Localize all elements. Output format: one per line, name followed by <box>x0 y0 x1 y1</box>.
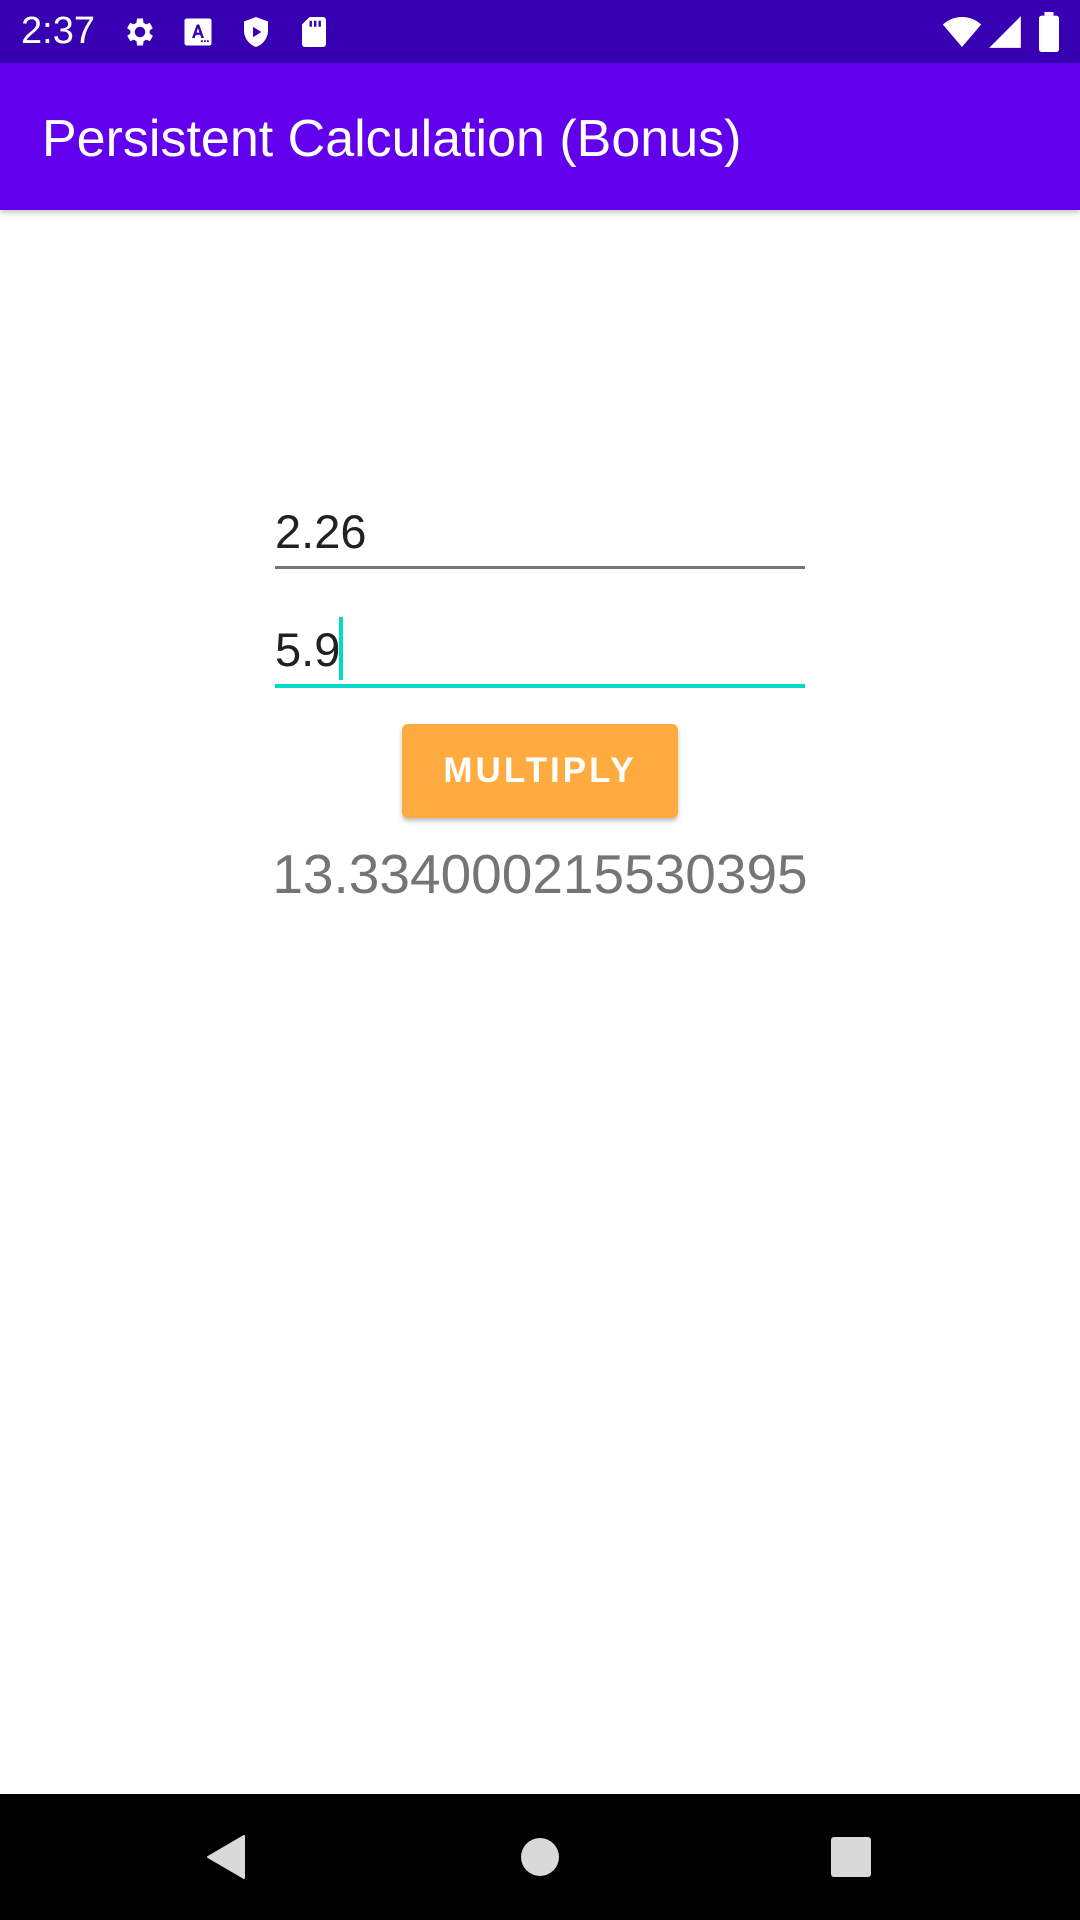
settings-icon <box>127 18 153 46</box>
recents-icon[interactable] <box>816 1822 886 1892</box>
second-number-value[interactable]: 5.9 <box>275 622 340 678</box>
result-text: 13.334000215530395 <box>272 843 808 905</box>
navigation-bar <box>0 1794 1080 1920</box>
text-cursor <box>339 617 343 680</box>
app-title: Persistent Calculation (Bonus) <box>42 110 742 168</box>
status-bar: 2:37 <box>0 0 1080 63</box>
screen: 2:37 Persistent Calculation (Bonus) 2.26… <box>0 0 1080 1920</box>
status-time: 2:37 <box>21 10 95 52</box>
cell-signal-icon <box>989 16 1021 48</box>
wifi-icon <box>942 17 982 47</box>
font-a-icon <box>184 18 212 46</box>
app-bar: Persistent Calculation (Bonus) <box>0 63 1080 210</box>
play-shield-icon <box>244 17 268 47</box>
battery-icon <box>1039 12 1059 52</box>
home-icon[interactable] <box>505 1822 575 1892</box>
second-number-underline <box>275 684 805 688</box>
sd-card-icon <box>302 17 326 47</box>
first-number-field[interactable]: 2.26 <box>275 500 805 572</box>
first-number-value[interactable]: 2.26 <box>275 504 366 560</box>
multiply-button[interactable]: MULTIPLY <box>402 724 678 818</box>
back-icon[interactable] <box>192 1822 262 1892</box>
first-number-underline <box>275 566 805 569</box>
second-number-field[interactable]: 5.9 <box>275 616 805 692</box>
